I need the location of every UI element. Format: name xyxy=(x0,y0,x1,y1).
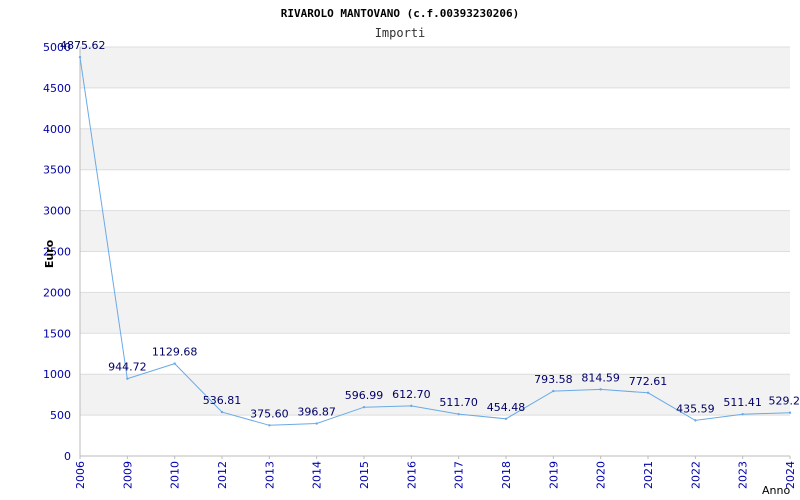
grid-band xyxy=(80,128,790,170)
y-tick-label: 4000 xyxy=(43,123,71,136)
x-tick-label: 2016 xyxy=(405,461,418,489)
data-label: 454.48 xyxy=(487,401,526,414)
data-label: 1129.68 xyxy=(152,346,198,359)
data-point xyxy=(268,424,271,427)
data-label: 793.58 xyxy=(534,373,573,386)
data-point xyxy=(788,411,792,414)
chart-title: RIVAROLO MANTOVANO (c.f.00393230206) xyxy=(281,7,519,20)
x-tick-label: 2017 xyxy=(453,461,466,489)
y-tick-label: 3000 xyxy=(43,205,71,218)
x-axis-label: Anno xyxy=(762,484,790,497)
x-tick-labels: 2006 2009 2010 2012 2013 2014 2015 2016 2017 2018… xyxy=(74,461,797,489)
data-point xyxy=(126,377,129,380)
data-label: 612.70 xyxy=(392,388,431,401)
data-label: 435.59 xyxy=(676,402,715,415)
data-point xyxy=(694,419,697,422)
x-tick-label: 2013 xyxy=(263,461,276,489)
x-tick-label: 2014 xyxy=(311,461,324,489)
grid-band xyxy=(80,169,790,211)
grid-band xyxy=(80,292,790,334)
y-tick-label: 2000 xyxy=(43,286,71,299)
x-tick-label: 2022 xyxy=(689,461,702,489)
y-tick-label: 4500 xyxy=(43,82,71,95)
data-label: 772.61 xyxy=(629,375,668,388)
grid-band xyxy=(80,415,790,456)
data-point xyxy=(457,412,460,416)
x-tick-label: 2012 xyxy=(216,461,229,489)
data-point xyxy=(362,405,366,409)
grid-band xyxy=(80,210,790,252)
data-point xyxy=(741,412,744,416)
x-tick-label: 2020 xyxy=(595,461,608,489)
x-tick-label: 2006 xyxy=(74,461,87,489)
grid-band xyxy=(80,47,790,88)
data-label: 511.41 xyxy=(723,396,762,409)
data-label: 944.72 xyxy=(108,361,147,374)
x-tick-label: 2015 xyxy=(358,461,371,489)
data-point xyxy=(315,422,318,425)
data-point xyxy=(410,404,413,408)
data-label: 396.87 xyxy=(297,406,336,419)
data-point xyxy=(504,417,508,421)
data-point xyxy=(646,391,650,395)
y-tick-label: 500 xyxy=(50,409,71,422)
y-tick-label: 1000 xyxy=(43,368,71,381)
grid-band xyxy=(80,87,790,129)
data-point xyxy=(173,362,176,365)
data-label: 511.70 xyxy=(439,396,478,409)
grid-band xyxy=(80,251,790,293)
x-tick-label: 2019 xyxy=(547,461,560,489)
data-point xyxy=(220,410,224,414)
x-tick-label: 2021 xyxy=(642,461,655,489)
data-label: 529.2 xyxy=(769,395,800,408)
data-label: 814.59 xyxy=(581,371,620,384)
line-chart: 0500100015002000250030003500400045005000… xyxy=(43,7,800,497)
y-tick-label: 3500 xyxy=(43,164,71,177)
x-tick-label: 2009 xyxy=(121,461,134,489)
x-tick-label: 2010 xyxy=(169,461,182,489)
y-axis-label: Euro xyxy=(43,239,56,268)
data-label: 375.60 xyxy=(250,407,289,420)
x-tick-label: 2018 xyxy=(500,461,513,489)
x-tick-label: 2023 xyxy=(737,461,750,489)
data-label: 536.81 xyxy=(203,394,242,407)
data-label: 4875.62 xyxy=(60,39,106,52)
data-point xyxy=(552,389,555,393)
data-point xyxy=(599,388,602,391)
chart-subtitle: Importi xyxy=(375,26,426,40)
y-tick-label: 0 xyxy=(64,450,71,463)
data-label: 596.99 xyxy=(345,389,384,402)
data-point xyxy=(78,55,82,59)
y-tick-label: 1500 xyxy=(43,327,71,340)
